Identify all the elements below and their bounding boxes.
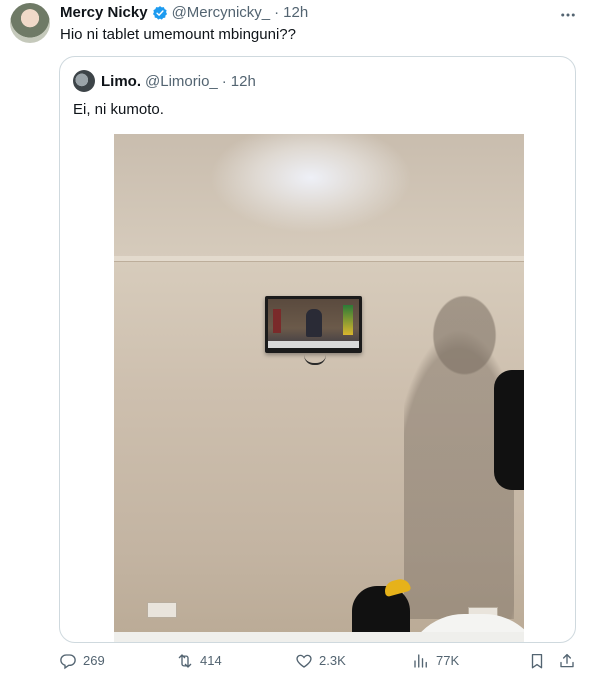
tv-screen — [268, 299, 359, 348]
timestamp[interactable]: 12h — [283, 4, 308, 21]
tv-speaker — [306, 309, 322, 337]
reply-button[interactable]: 269 — [59, 652, 105, 670]
bookmark-button[interactable] — [528, 652, 552, 670]
separator: · — [274, 4, 280, 21]
share-button[interactable] — [558, 652, 582, 670]
retweet-count: 414 — [200, 653, 222, 668]
reply-icon — [60, 654, 76, 670]
views-button[interactable]: 77K — [412, 652, 459, 670]
author-handle[interactable]: @Mercynicky_ — [172, 4, 271, 21]
quoted-tweet-text: Ei, ni kumoto. — [73, 101, 164, 118]
tv-cable — [304, 353, 326, 365]
author-name[interactable]: Mercy Nicky — [60, 4, 148, 21]
bookmark-icon — [531, 653, 543, 669]
quoted-tweet-header: Limo. @Limorio_ · 12h — [73, 70, 256, 92]
more-horizontal-icon[interactable] — [559, 6, 577, 29]
reply-count: 269 — [83, 653, 105, 668]
quoted-tweet[interactable]: Limo. @Limorio_ · 12h Ei, ni kumoto. — [59, 56, 576, 643]
tv-flag-left — [273, 309, 281, 333]
analytics-icon — [414, 654, 427, 668]
dark-figure — [494, 370, 524, 490]
quoted-author-handle: @Limorio_ — [145, 72, 218, 90]
tweet-actions: 269 414 2.3K 77K — [0, 652, 599, 682]
quoted-author-name: Limo. — [101, 72, 141, 90]
quoted-timestamp: 12h — [230, 72, 256, 90]
wall-socket-left — [147, 602, 177, 618]
quoted-photo[interactable] — [114, 134, 524, 642]
share-icon — [560, 653, 574, 668]
retweet-button[interactable]: 414 — [176, 652, 222, 670]
like-count: 2.3K — [319, 653, 346, 668]
separator: · — [221, 72, 227, 90]
tv-ticker — [268, 341, 359, 348]
tweet-text: Hio ni tablet umemount mbinguni?? — [60, 26, 296, 43]
like-button[interactable]: 2.3K — [295, 652, 346, 670]
ceiling-light — [114, 134, 524, 259]
tv-flag-right — [343, 305, 353, 335]
ceiling-cornice — [114, 256, 524, 262]
tweet-header: Mercy Nicky @Mercynicky_ · 12h — [60, 4, 308, 21]
bed-sheet — [114, 632, 524, 642]
quoted-avatar — [73, 70, 95, 92]
views-count: 77K — [436, 653, 460, 668]
verified-badge-icon — [152, 5, 167, 20]
wall-tv — [265, 296, 362, 353]
heart-icon — [296, 654, 312, 668]
avatar[interactable] — [10, 3, 50, 43]
retweet-icon — [178, 654, 192, 668]
